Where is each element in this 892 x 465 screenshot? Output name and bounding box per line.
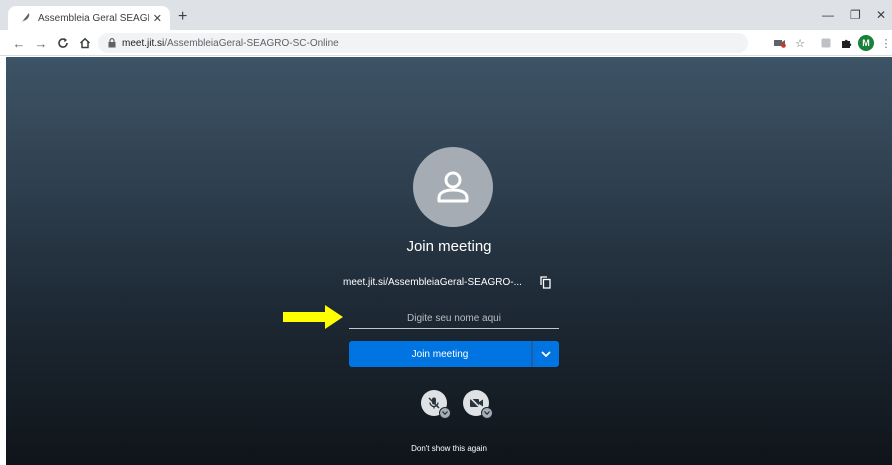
tab-title: Assembleia Geral SEAGRO SC On — [38, 12, 149, 24]
extensions-puzzle-icon[interactable] — [838, 35, 854, 51]
join-meeting-button[interactable]: Join meeting — [349, 341, 531, 367]
home-icon[interactable] — [76, 34, 94, 52]
meeting-url: meet.jit.si/AssembleiaGeral-SEAGRO-... — [343, 277, 522, 288]
camera-options-chevron-icon[interactable] — [481, 407, 493, 419]
url-text: meet.jit.si/AssembleiaGeral-SEAGRO-SC-On… — [122, 38, 339, 49]
user-icon — [437, 171, 469, 203]
copy-icon[interactable] — [538, 275, 552, 289]
video-blocked-icon[interactable] — [772, 35, 788, 51]
page-viewport: Join meeting meet.jit.si/AssembleiaGeral… — [6, 57, 892, 465]
user-avatar — [413, 147, 493, 227]
back-icon[interactable]: ← — [10, 34, 28, 52]
camera-toggle[interactable] — [463, 390, 493, 419]
microphone-toggle[interactable] — [421, 390, 451, 419]
microphone-muted-icon — [428, 397, 440, 409]
url-path: /AssembleiaGeral-SEAGRO-SC-Online — [164, 37, 339, 49]
browser-tab[interactable]: Assembleia Geral SEAGRO SC On ✕ — [8, 6, 170, 30]
extension-icon[interactable] — [818, 35, 834, 51]
bookmark-star-icon[interactable]: ☆ — [792, 35, 808, 51]
close-window-icon[interactable]: ✕ — [876, 8, 886, 22]
chevron-down-icon — [541, 351, 551, 357]
more-menu-icon[interactable]: ⋮ — [878, 35, 892, 51]
feather-icon — [18, 11, 32, 25]
forward-icon[interactable]: → — [32, 34, 50, 52]
name-input[interactable] — [349, 309, 559, 329]
camera-muted-icon — [468, 397, 483, 409]
new-tab-button[interactable]: + — [178, 8, 187, 26]
mic-options-chevron-icon[interactable] — [439, 407, 451, 419]
browser-toolbar: ← → meet.jit.si/AssembleiaGeral-SEAGRO-S… — [0, 30, 892, 56]
url-host: meet.jit.si — [122, 37, 165, 49]
restore-icon[interactable]: ❐ — [850, 8, 861, 22]
dont-show-again-link[interactable]: Don't show this again — [6, 444, 892, 453]
address-bar[interactable]: meet.jit.si/AssembleiaGeral-SEAGRO-SC-On… — [98, 33, 748, 53]
lock-icon[interactable] — [108, 38, 116, 48]
join-options-button[interactable] — [533, 341, 559, 367]
profile-avatar[interactable]: M — [858, 35, 874, 51]
arrow-icon — [283, 305, 343, 329]
page-title: Join meeting — [406, 238, 492, 255]
minimize-icon[interactable]: — — [822, 8, 834, 22]
close-tab-icon[interactable]: ✕ — [153, 12, 162, 25]
reload-icon[interactable] — [54, 34, 72, 52]
tab-strip: Assembleia Geral SEAGRO SC On ✕ + — ❐ ✕ — [0, 0, 892, 30]
